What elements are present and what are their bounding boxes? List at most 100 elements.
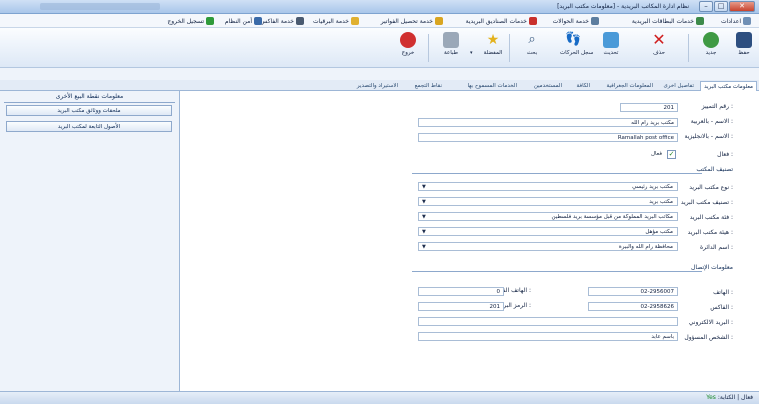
- chevron-down-icon: ▼: [422, 229, 426, 235]
- menu-logout[interactable]: تسجيل الخروج: [167, 16, 214, 26]
- phone-label: الهاتف :: [713, 289, 733, 296]
- menu-mailboxes[interactable]: خدمات الصناديق البريدية: [466, 16, 537, 26]
- status-text: فعال | الكتابة: Yes: [706, 394, 753, 401]
- office-form-select[interactable]: ▼ مكتب مؤهل: [418, 227, 678, 236]
- delete-label: حذف: [653, 50, 665, 56]
- contact-person-label: الشخص المسؤول :: [684, 334, 733, 341]
- attachments-button[interactable]: ملحقات ووثائق مكتب البريد: [6, 105, 172, 116]
- district-value: محافظة رام الله والبيرة: [618, 244, 673, 250]
- section-divider: [412, 271, 702, 272]
- assets-button[interactable]: الأصول التابعة لمكتب البريد: [6, 121, 172, 132]
- search-icon: ⌕: [528, 32, 536, 47]
- favorites-button[interactable]: ★ المفضلة: [480, 31, 506, 65]
- office-class-select[interactable]: ▼ مكتب بريد: [418, 197, 678, 206]
- mailbox-icon: [529, 17, 537, 25]
- form-label: هيئة مكتب البريد :: [687, 229, 733, 236]
- chevron-down-icon: ▼: [422, 184, 426, 190]
- menu-settings[interactable]: اعدادات: [721, 16, 751, 26]
- maximize-button[interactable]: □: [714, 1, 728, 12]
- office-type-select[interactable]: ▼ مكتب بريد رئيسي: [418, 182, 678, 191]
- search-button[interactable]: ⌕ بحث: [519, 31, 545, 65]
- side-panel-header: معلومات نقطة البيع الأخرى: [55, 93, 124, 100]
- district-select[interactable]: ▼ محافظة رام الله والبيرة: [418, 242, 678, 251]
- settings-icon: [743, 17, 751, 25]
- fax-field[interactable]: 02-2958626: [588, 302, 678, 311]
- new-label: جديد: [705, 50, 717, 56]
- save-button[interactable]: حفظ: [731, 31, 757, 65]
- title-bar: نظام ادارة المكاتب البريدية - [معلومات م…: [0, 0, 759, 14]
- tab-users[interactable]: المستخدمين: [531, 81, 565, 91]
- close-button[interactable]: ✕: [729, 1, 755, 12]
- power-icon: [400, 32, 416, 48]
- office-category-select[interactable]: ▼ مكاتب البريد المملوكة من قبل مؤسسة بري…: [418, 212, 678, 221]
- postcard-icon: [696, 17, 704, 25]
- id-field[interactable]: 201: [620, 103, 678, 112]
- tab-all[interactable]: الكافة: [574, 81, 594, 91]
- search-label: بحث: [526, 50, 538, 56]
- activity-log-button[interactable]: 👣 سجل الحركات: [560, 31, 594, 65]
- side-panel: معلومات نقطة البيع الأخرى ملحقات ووثائق …: [0, 91, 180, 391]
- print-button[interactable]: طباعة: [438, 31, 464, 65]
- menu-label: خدمات البطاقات البريدية: [631, 17, 694, 25]
- exit-button[interactable]: خروج: [395, 31, 421, 65]
- name-arabic-field[interactable]: مكتب بريد رام الله: [418, 118, 678, 127]
- menu-postcards[interactable]: خدمات البطاقات البريدية: [632, 16, 704, 26]
- menu-label: خدمة الحوالات: [552, 17, 589, 25]
- postal-code-field[interactable]: 201: [418, 302, 504, 311]
- tab-collection-points[interactable]: نقاط التجمع: [412, 81, 445, 91]
- active-checkbox[interactable]: ✓: [667, 150, 676, 159]
- office-class-value: مكتب بريد: [649, 199, 673, 205]
- menu-telegrams[interactable]: خدمة البرقيات: [313, 16, 359, 26]
- chevron-down-icon: ▼: [422, 199, 426, 205]
- extension-field[interactable]: 0: [418, 287, 504, 296]
- save-label: حفظ: [738, 50, 750, 56]
- name-english-field[interactable]: Ramallah post office: [418, 133, 678, 142]
- print-label: طباعة: [444, 50, 458, 56]
- toolbar-separator: [428, 34, 429, 62]
- blurred-title-region: [40, 3, 160, 10]
- divider: [4, 102, 175, 103]
- logout-icon: [206, 17, 214, 25]
- save-icon: [736, 32, 752, 48]
- office-type-value: مكتب بريد رئيسي: [632, 184, 673, 190]
- tab-other-details[interactable]: تفاصيل اخرى: [661, 81, 698, 91]
- exit-label: خروج: [401, 50, 415, 56]
- menu-label: خدمات الصناديق البريدية: [465, 17, 527, 25]
- menu-bills[interactable]: خدمة تحصيل الفواتير: [381, 16, 443, 26]
- active-checkbox-text: فعال: [651, 151, 662, 157]
- menu-money-orders[interactable]: خدمة الحوالات: [553, 16, 599, 26]
- tab-office-info[interactable]: معلومات مكتب البريد: [700, 81, 757, 91]
- fax-label: الفاكس :: [710, 304, 733, 311]
- refresh-label: تحديث: [603, 50, 619, 56]
- tab-allowed-services[interactable]: الخدمات المسموح بها: [464, 81, 520, 91]
- active-label: فعال :: [717, 151, 733, 158]
- tab-geographic-info[interactable]: المعلومات الجغرافية: [604, 81, 656, 91]
- menu-label: خدمة تحصيل الفواتير: [380, 17, 433, 25]
- printer-icon: [443, 32, 459, 48]
- tab-strip: معلومات مكتب البريد تفاصيل اخرى المعلوما…: [0, 80, 759, 91]
- phone-field[interactable]: 02-2956007: [588, 287, 678, 296]
- menu-security[interactable]: أمن النظام: [225, 16, 262, 26]
- refresh-button[interactable]: تحديث: [598, 31, 624, 65]
- email-field[interactable]: [418, 317, 678, 326]
- bill-icon: [435, 17, 443, 25]
- status-value: Yes: [706, 394, 716, 401]
- menu-fax[interactable]: خدمة الفاكس: [260, 16, 304, 26]
- menu-label: أمن النظام: [224, 17, 252, 25]
- id-label: رقم التمييز :: [701, 103, 733, 110]
- new-button[interactable]: جديد: [698, 31, 724, 65]
- menu-label: تسجيل الخروج: [167, 17, 204, 25]
- menu-label: اعدادات: [720, 17, 741, 25]
- favorites-dropdown-icon[interactable]: ▾: [470, 50, 473, 56]
- menu-label: خدمة البرقيات: [313, 17, 349, 25]
- section-divider: [412, 173, 702, 174]
- refresh-icon: [603, 32, 619, 48]
- contact-person-field[interactable]: باسم عابد: [418, 332, 678, 341]
- tab-import-export[interactable]: الاستيراد والتصدير: [354, 81, 401, 91]
- toolbar-separator: [688, 34, 689, 62]
- minimize-button[interactable]: –: [699, 1, 713, 12]
- log-label: سجل الحركات: [560, 50, 594, 56]
- contact-section-title: معلومات الإتصال: [691, 264, 733, 271]
- favorites-label: المفضلة: [483, 50, 503, 56]
- delete-button[interactable]: ✕ حذف: [646, 31, 672, 65]
